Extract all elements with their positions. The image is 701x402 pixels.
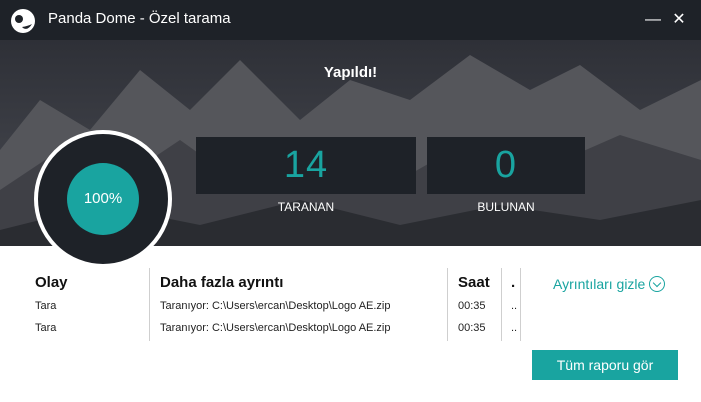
- row-2-event: Tara: [35, 322, 57, 334]
- hide-details-link[interactable]: Ayrıntıları gizle: [553, 276, 666, 292]
- found-label: BULUNAN: [477, 200, 535, 214]
- row-2-extra: ..: [511, 322, 518, 334]
- scan-status-text: Yapıldı!: [323, 64, 378, 81]
- column-divider: [520, 268, 521, 341]
- progress-percentage: 100%: [67, 163, 139, 235]
- scanned-count-box: 14: [196, 137, 416, 194]
- row-2-time: 00:35: [458, 322, 486, 334]
- found-count: 0: [494, 144, 518, 186]
- scanned-label: TARANAN: [277, 200, 335, 214]
- panda-logo-icon: [11, 9, 35, 33]
- title-bar: Panda Dome - Özel tarama — ✕: [0, 0, 701, 40]
- column-header-time[interactable]: Saat: [458, 274, 490, 291]
- column-divider: [447, 268, 448, 341]
- row-1-time: 00:35: [458, 300, 486, 312]
- row-1-extra: ..: [511, 300, 518, 312]
- row-2-details: Taranıyor: C:\Users\ercan\Desktop\Logo A…: [160, 322, 391, 334]
- window-title: Panda Dome - Özel tarama: [48, 10, 231, 27]
- scanned-count: 14: [283, 144, 329, 186]
- column-header-event[interactable]: Olay: [35, 274, 68, 291]
- chevron-down-circle-icon: [649, 276, 666, 292]
- minimize-button[interactable]: —: [641, 8, 665, 32]
- row-1-event: Tara: [35, 300, 57, 312]
- close-button[interactable]: ✕: [667, 8, 691, 32]
- column-divider: [149, 268, 150, 341]
- column-header-details[interactable]: Daha fazla ayrıntı: [160, 274, 283, 291]
- scan-log-table: Olay Daha fazla ayrıntı Saat . Tara Tara…: [0, 246, 530, 346]
- row-1-details: Taranıyor: C:\Users\ercan\Desktop\Logo A…: [160, 300, 391, 312]
- full-report-button[interactable]: Tüm raporu gör: [532, 350, 678, 380]
- column-header-extra[interactable]: .: [511, 274, 515, 291]
- column-divider: [501, 268, 502, 341]
- found-count-box: 0: [427, 137, 585, 194]
- hide-details-label: Ayrıntıları gizle: [553, 276, 646, 292]
